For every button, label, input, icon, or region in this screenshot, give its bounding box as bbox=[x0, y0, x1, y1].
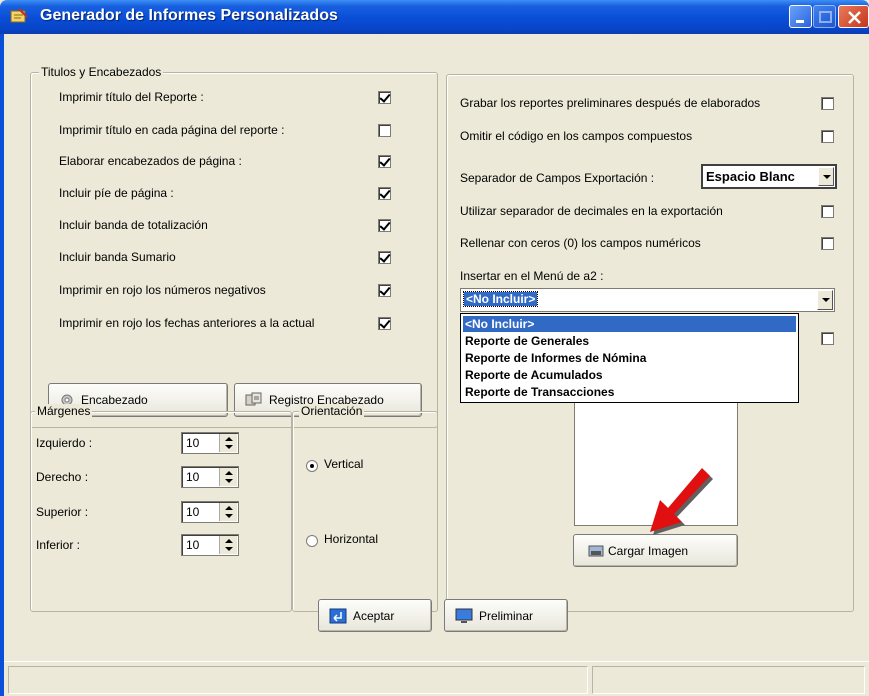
menu-select[interactable]: <No Incluir> bbox=[460, 288, 835, 312]
minimize-button[interactable] bbox=[789, 5, 812, 28]
titulos-option-checkbox[interactable] bbox=[378, 155, 391, 168]
titulos-option-checkbox[interactable] bbox=[378, 284, 391, 297]
vertical-label: Vertical bbox=[324, 457, 364, 471]
margin-label: Superior : bbox=[36, 505, 89, 519]
preliminar-button[interactable]: Preliminar bbox=[444, 599, 568, 632]
aceptar-button[interactable]: Aceptar bbox=[318, 599, 432, 632]
separador-value: Espacio Blanc bbox=[706, 169, 795, 184]
dialog-client: Titulos y Encabezados Encabezado Registr… bbox=[4, 34, 869, 696]
maximize-button[interactable] bbox=[813, 5, 836, 28]
menu-label: Insertar en el Menú de a2 : bbox=[460, 269, 604, 283]
titulos-legend: Titulos y Encabezados bbox=[39, 65, 164, 79]
titulos-option-checkbox[interactable] bbox=[378, 91, 391, 104]
cargar-imagen-label: Cargar Imagen bbox=[608, 543, 689, 558]
accept-icon bbox=[329, 608, 347, 623]
margin-label: Inferior : bbox=[36, 538, 81, 552]
window-title: Generador de Informes Personalizados bbox=[40, 7, 338, 24]
titulos-option-label: Imprimir título en cada página del repor… bbox=[59, 123, 285, 137]
titulos-option-label: Imprimir en rojo los números negativos bbox=[59, 283, 266, 297]
app-icon bbox=[10, 8, 28, 23]
omitir-checkbox[interactable] bbox=[821, 130, 834, 143]
margenes-legend: Márgenes bbox=[35, 404, 93, 418]
separador-label: Separador de Campos Exportación : bbox=[460, 171, 655, 185]
margin-stepper[interactable]: 10 bbox=[181, 432, 239, 454]
titulos-option-checkbox[interactable] bbox=[378, 219, 391, 232]
titulos-option-label: Elaborar encabezados de página : bbox=[59, 154, 242, 168]
horizontal-radio[interactable] bbox=[306, 535, 318, 547]
titulos-option-label: Incluir banda Sumario bbox=[59, 250, 176, 264]
titulos-option-label: Imprimir en rojo los fechas anteriores a… bbox=[59, 316, 315, 330]
titulos-option-label: Incluir banda de totalización bbox=[59, 218, 208, 232]
margin-stepper[interactable]: 10 bbox=[181, 534, 239, 556]
decimales-checkbox[interactable] bbox=[821, 205, 834, 218]
chevron-down-icon[interactable] bbox=[817, 290, 833, 310]
aceptar-label: Aceptar bbox=[353, 608, 395, 623]
menu-option[interactable]: Reporte de Informes de Nómina bbox=[463, 350, 796, 366]
menu-dropdown-list[interactable]: <No Incluir> Reporte de Generales Reporte … bbox=[460, 313, 799, 403]
menu-option[interactable]: Reporte de Transacciones bbox=[463, 384, 796, 400]
decimales-label: Utilizar separador de decimales en la ex… bbox=[460, 204, 723, 218]
titulos-option-checkbox[interactable] bbox=[378, 187, 391, 200]
margin-label: Derecho : bbox=[36, 470, 89, 484]
title-bar[interactable]: Generador de Informes Personalizados bbox=[0, 0, 869, 34]
margin-stepper[interactable]: 10 bbox=[181, 501, 239, 523]
titulos-option-checkbox[interactable] bbox=[378, 251, 391, 264]
image-icon bbox=[588, 545, 604, 556]
margin-value: 10 bbox=[186, 538, 200, 552]
titulos-option-label: Imprimir título del Reporte : bbox=[59, 90, 204, 104]
orientacion-legend: Orientación bbox=[299, 404, 365, 418]
status-panel-main bbox=[8, 666, 588, 694]
spin-arrows-icon[interactable] bbox=[219, 503, 237, 521]
omitir-label: Omitir el código en los campos compuesto… bbox=[460, 129, 693, 143]
rellenar-label: Rellenar con ceros (0) los campos numéri… bbox=[460, 236, 701, 250]
extra-checkbox[interactable] bbox=[821, 332, 834, 345]
margin-value: 10 bbox=[186, 505, 200, 519]
grabar-checkbox[interactable] bbox=[821, 97, 834, 110]
close-button[interactable] bbox=[838, 5, 869, 28]
menu-select-value: <No Incluir> bbox=[462, 291, 539, 307]
grabar-label: Grabar los reportes preliminares después… bbox=[460, 96, 761, 110]
status-bar bbox=[4, 661, 869, 696]
margin-stepper[interactable]: 10 bbox=[181, 466, 239, 488]
menu-option[interactable]: <No Incluir> bbox=[463, 316, 796, 332]
menu-option[interactable]: Reporte de Acumulados bbox=[463, 367, 796, 383]
margin-value: 10 bbox=[186, 436, 200, 450]
red-arrow-icon bbox=[650, 468, 713, 535]
menu-option[interactable]: Reporte de Generales bbox=[463, 333, 796, 349]
titulos-option-checkbox[interactable] bbox=[378, 124, 391, 137]
titulos-option-checkbox[interactable] bbox=[378, 317, 391, 330]
orientacion-group: Orientación bbox=[292, 404, 438, 612]
titulos-option-label: Incluir píe de página : bbox=[59, 186, 174, 200]
separador-select[interactable]: Espacio Blanc bbox=[701, 164, 837, 189]
spin-arrows-icon[interactable] bbox=[219, 536, 237, 554]
spin-arrows-icon[interactable] bbox=[219, 468, 237, 486]
spin-arrows-icon[interactable] bbox=[219, 434, 237, 452]
status-panel-side bbox=[592, 666, 865, 694]
registry-icon bbox=[245, 392, 262, 406]
rellenar-checkbox[interactable] bbox=[821, 237, 834, 250]
preliminar-label: Preliminar bbox=[479, 608, 534, 623]
monitor-icon bbox=[455, 608, 473, 623]
margin-label: Izquierdo : bbox=[36, 436, 93, 450]
chevron-down-icon[interactable] bbox=[818, 167, 834, 186]
margin-value: 10 bbox=[186, 470, 200, 484]
horizontal-label: Horizontal bbox=[324, 532, 379, 546]
vertical-radio[interactable] bbox=[306, 460, 318, 472]
